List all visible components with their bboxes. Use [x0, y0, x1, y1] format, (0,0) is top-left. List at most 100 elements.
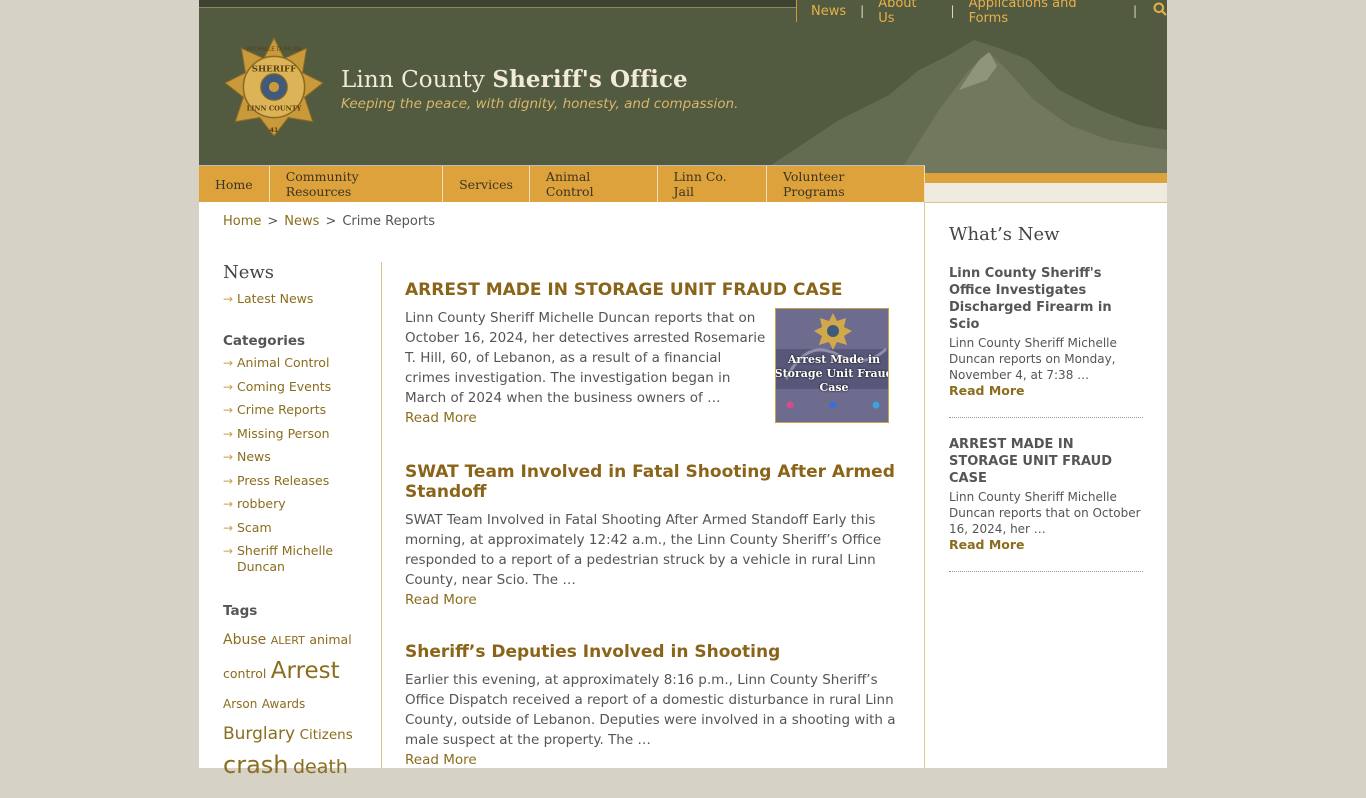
category-link-animal-control[interactable]: → Animal Control [223, 355, 358, 371]
category-link-scam[interactable]: → Scam [223, 520, 358, 536]
utility-nav: News | About Us | Applications and Forms… [796, 0, 1167, 26]
read-more-link[interactable]: Read More [949, 383, 1143, 399]
article-item: Sheriff’s Deputies Involved in Shooting … [405, 642, 899, 770]
article-item: ARREST MADE IN STORAGE UNIT FRAUD CASE A… [405, 280, 899, 428]
sheriff-badge-logo[interactable]: MICHELLE DUNCAN SHERIFF LINN COUNTY 41 [223, 36, 325, 138]
arrow-right-icon: → [223, 450, 234, 464]
whats-new-title-link[interactable]: Linn County Sheriff's Office Investigate… [949, 265, 1143, 333]
tag-link[interactable]: Awards [262, 697, 305, 711]
breadcrumb-separator: > [267, 214, 279, 229]
article-thumbnail[interactable]: Arrest Made in Storage Unit Fraud Case [775, 308, 889, 423]
util-link-news[interactable]: News [811, 4, 846, 19]
sidebar-accent-strip [925, 173, 1167, 183]
article-item: SWAT Team Involved in Fatal Shooting Aft… [405, 462, 899, 610]
category-label: robbery [237, 496, 286, 511]
site-title-bold: Sheriff's Office [492, 66, 688, 93]
read-more-link[interactable]: Read More [949, 537, 1143, 553]
column-divider [381, 262, 382, 768]
site-tagline: Keeping the peace, with dignity, honesty… [341, 96, 739, 112]
article-excerpt: SWAT Team Involved in Fatal Shooting Aft… [405, 512, 882, 588]
search-icon[interactable] [1153, 2, 1167, 20]
category-link-sheriff-michelle-duncan[interactable]: → Sheriff Michelle Duncan [223, 543, 358, 575]
whats-new-panel: What’s New Linn County Sheriff's Office … [949, 224, 1143, 590]
breadcrumb: Home > News > Crime Reports [223, 214, 435, 229]
sidebar-link-label: Latest News [237, 291, 314, 306]
tag-cloud: Abuse ALERT animal control Arrest Arson … [223, 625, 358, 784]
main-nav: Home Community Resources Services Animal… [199, 165, 925, 202]
category-label: Sheriff Michelle Duncan [237, 543, 334, 574]
breadcrumb-home[interactable]: Home [223, 214, 261, 229]
tag-link[interactable]: Abuse [223, 632, 266, 648]
category-label: Crime Reports [237, 402, 327, 417]
tag-link[interactable]: ALERT [271, 634, 305, 647]
sidebar-heading-categories: Categories [223, 333, 306, 349]
tag-link[interactable]: crash [223, 751, 288, 779]
util-separator: | [860, 4, 865, 18]
whats-new-item: ARREST MADE IN STORAGE UNIT FRAUD CASE L… [949, 436, 1143, 572]
tag-link[interactable]: Arson [223, 697, 257, 711]
category-link-coming-events[interactable]: → Coming Events [223, 379, 358, 395]
badge-bottom-text: 41 [270, 127, 279, 134]
top-bar-line [199, 0, 796, 8]
arrow-right-icon: → [223, 379, 234, 394]
article-title-link[interactable]: Sheriff’s Deputies Involved in Shooting [405, 642, 899, 662]
category-link-press-releases[interactable]: → Press Releases [223, 473, 358, 489]
site-title-light: Linn County [341, 67, 493, 93]
whats-new-excerpt: Linn County Sheriff Michelle Duncan repo… [949, 490, 1141, 536]
nav-linn-co-jail[interactable]: Linn Co. Jail [658, 166, 767, 202]
tag-link[interactable]: Citizens [300, 727, 353, 743]
category-link-crime-reports[interactable]: → Crime Reports [223, 402, 358, 418]
badge-top-text: MICHELLE DUNCAN [247, 46, 301, 52]
article-title-link[interactable]: SWAT Team Involved in Fatal Shooting Aft… [405, 462, 899, 502]
read-more-link[interactable]: Read More [405, 590, 899, 610]
nav-animal-control[interactable]: Animal Control [530, 166, 658, 202]
thumbnail-caption: Arrest Made in Storage Unit Fraud Case [775, 353, 889, 394]
nav-home[interactable]: Home [199, 166, 270, 202]
nav-community-resources[interactable]: Community Resources [270, 166, 444, 202]
category-label: News [237, 449, 271, 464]
category-label: Press Releases [237, 472, 330, 488]
arrow-right-icon: → [223, 520, 234, 535]
category-link-robbery[interactable]: → robbery [223, 496, 358, 512]
read-more-link[interactable]: Read More [405, 750, 899, 770]
arrow-right-icon: → [223, 426, 234, 441]
arrow-right-icon: → [223, 403, 234, 417]
breadcrumb-news[interactable]: News [284, 214, 319, 229]
category-label: Coming Events [237, 378, 332, 394]
arrow-right-icon: → [223, 497, 234, 511]
whats-new-title-link[interactable]: ARREST MADE IN STORAGE UNIT FRAUD CASE [949, 436, 1143, 487]
tag-link[interactable]: Burglary [223, 724, 295, 744]
category-label: Missing Person [237, 425, 330, 441]
category-label: Animal Control [237, 355, 330, 370]
nav-volunteer-programs[interactable]: Volunteer Programs [767, 166, 925, 202]
whats-new-heading: What’s New [949, 224, 1060, 245]
util-link-about[interactable]: About Us [878, 0, 936, 26]
whats-new-item: Linn County Sheriff's Office Investigate… [949, 265, 1143, 418]
tag-link[interactable]: death [293, 756, 348, 778]
sidebar-link-latest-news[interactable]: → Latest News [223, 291, 358, 307]
article-list: ARREST MADE IN STORAGE UNIT FRAUD CASE A… [405, 280, 899, 798]
site-title[interactable]: Linn County Sheriff's Office [341, 66, 688, 93]
left-sidebar: News → Latest News Categories → Animal Con… [223, 262, 358, 784]
arrow-right-icon: → [223, 356, 234, 370]
category-link-news[interactable]: → News [223, 449, 358, 465]
breadcrumb-current: Crime Reports [342, 214, 436, 229]
article-title-link[interactable]: ARREST MADE IN STORAGE UNIT FRAUD CASE [405, 280, 899, 300]
category-link-missing-person[interactable]: → Missing Person [223, 426, 358, 442]
util-separator: | [950, 4, 955, 18]
category-label: Scam [237, 519, 272, 535]
arrow-right-icon: → [223, 292, 234, 306]
tag-link[interactable]: Arrest [271, 658, 340, 684]
arrow-right-icon: → [223, 473, 234, 488]
site-header: News | About Us | Applications and Forms… [199, 0, 1167, 173]
util-link-applications[interactable]: Applications and Forms [969, 0, 1119, 26]
nav-services[interactable]: Services [443, 166, 530, 202]
breadcrumb-separator: > [325, 214, 337, 229]
arrow-right-icon: → [223, 544, 234, 558]
sidebar-accent-band [925, 183, 1167, 202]
page: News | About Us | Applications and Forms… [199, 0, 1167, 779]
sidebar-heading-news: News [223, 262, 275, 283]
article-excerpt: Earlier this evening, at approximately 8… [405, 672, 896, 748]
sidebar-heading-tags: Tags [223, 603, 258, 619]
whats-new-excerpt: Linn County Sheriff Michelle Duncan repo… [949, 336, 1117, 382]
